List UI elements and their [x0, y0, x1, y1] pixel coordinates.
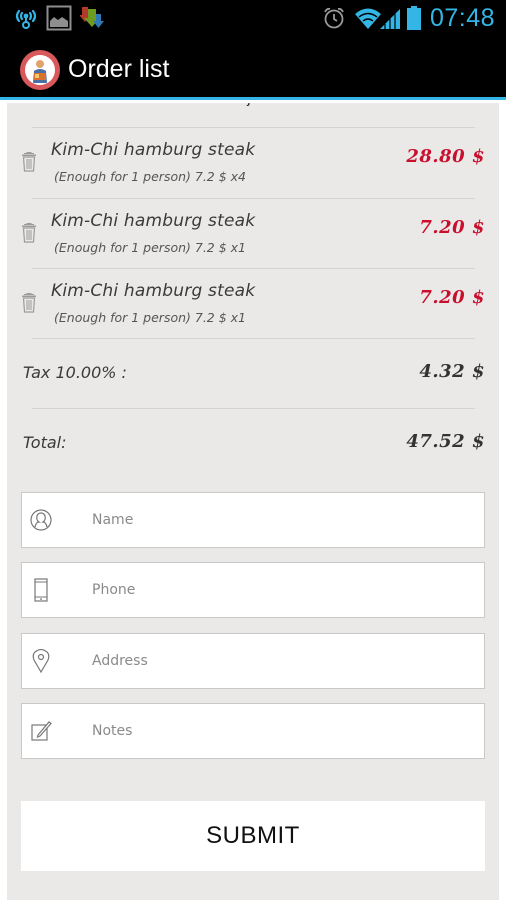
edit-note-icon [30, 719, 52, 743]
action-bar: Order list [0, 36, 506, 100]
phone-input[interactable] [92, 563, 472, 617]
image-notification-icon [46, 0, 72, 36]
page-title: Order list [68, 55, 170, 83]
tax-label: Tax 10.00% : [23, 363, 127, 382]
item-price: 28.80 $ [406, 146, 485, 167]
battery-icon [406, 0, 422, 36]
item-name: Kim-Chi hamburg steak [51, 211, 256, 231]
address-input[interactable] [92, 634, 472, 688]
divider [32, 408, 475, 409]
order-item: Kim-Chi hamburg steak (Enough for 1 pers… [7, 269, 499, 339]
order-item: Kim-Chi hamburg steak (Enough for 1 pers… [7, 128, 499, 198]
tax-row: Tax 10.00% : 4.32 $ [7, 355, 499, 395]
phone-field[interactable] [21, 562, 485, 618]
app-logo-icon[interactable] [20, 50, 60, 90]
item-price: 7.20 $ [419, 217, 485, 238]
total-row: Total: 47.52 $ [7, 425, 499, 465]
notes-field[interactable] [21, 703, 485, 759]
tax-value: 4.32 $ [419, 361, 485, 382]
item-name: Kim-Chi hamburg steak [51, 140, 256, 160]
item-price: 7.20 $ [419, 287, 485, 308]
status-bar: 07:48 [0, 0, 506, 36]
address-field[interactable] [21, 633, 485, 689]
item-detail: (Enough for 1 person) 7.2 $ x4 [54, 169, 247, 184]
item-detail: (Enough for 1 person) 7.2 $ x1 [54, 240, 247, 255]
wifi-icon [354, 0, 382, 36]
notes-input[interactable] [92, 704, 472, 758]
person-icon [30, 508, 52, 532]
trash-icon[interactable] [21, 223, 37, 243]
total-value: 47.52 $ [406, 431, 485, 452]
item-name: Kim-Chi hamburg steak [51, 281, 256, 301]
signal-icon [380, 0, 402, 36]
order-item: Kim-Chi hamburg steak (Enough for 1 pers… [7, 199, 499, 269]
name-field[interactable] [21, 492, 485, 548]
phone-icon [30, 578, 52, 602]
download-icon [80, 0, 106, 36]
trash-icon[interactable] [21, 293, 37, 313]
location-pin-icon [30, 648, 52, 674]
order-content: ȷ Kim-Chi hamburg steak (Enough for 1 pe… [7, 103, 499, 900]
name-input[interactable] [92, 493, 472, 547]
divider [32, 338, 475, 339]
wireless-tether-icon [12, 0, 40, 36]
status-time: 07:48 [429, 4, 495, 32]
alarm-icon [322, 0, 346, 36]
scrolled-text-fragment: ȷ [247, 103, 251, 107]
item-detail: (Enough for 1 person) 7.2 $ x1 [54, 310, 247, 325]
trash-icon[interactable] [21, 152, 37, 172]
total-label: Total: [23, 433, 67, 452]
submit-button[interactable]: SUBMIT [21, 801, 485, 871]
